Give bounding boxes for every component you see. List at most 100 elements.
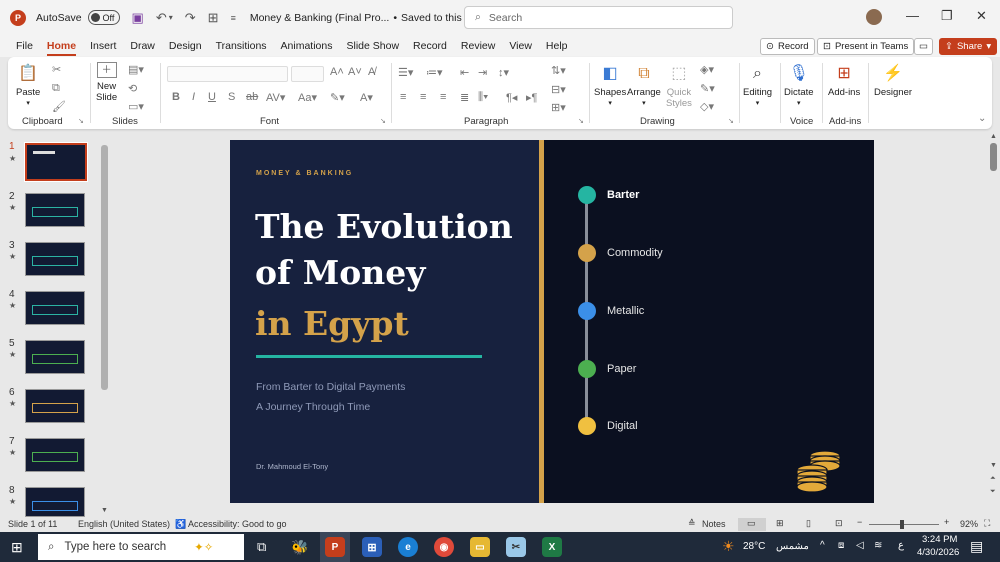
widget-icon[interactable]: 🐝 [290,537,310,557]
zoom-slider-track[interactable] [869,524,939,525]
new-slide-button[interactable]: ＋ New Slide [96,62,117,103]
autosave-toggle[interactable]: Off [87,10,120,25]
bold-icon[interactable]: B [172,91,180,103]
clipboard-launcher-icon[interactable]: ↘ [78,117,84,125]
notes-button[interactable]: Notes [702,519,726,529]
network-icon[interactable]: ⧈ [838,540,844,551]
weather-temperature[interactable]: 28°C [743,541,765,552]
underline-icon[interactable]: U [208,91,216,103]
windows-start-icon[interactable]: ⊞ [11,539,23,556]
previous-slide-icon[interactable]: ⏶ [990,475,996,483]
highlight-icon[interactable]: ✎▾ [330,91,345,104]
comments-button[interactable]: ▭ [914,38,933,55]
weather-icon[interactable]: ☀ [722,538,735,555]
scroll-down-icon[interactable]: ▼ [990,462,997,469]
layout-icon[interactable]: ▤▾ [128,63,144,76]
tab-animations[interactable]: Animations [281,35,333,57]
slide-thumbnail-3[interactable] [25,242,85,276]
designer-button[interactable]: ⚡ Designer [874,62,912,98]
clock-time[interactable]: 3:24 PM [922,534,957,545]
document-title[interactable]: Money & Banking (Final Pro... [250,12,389,24]
store-icon[interactable]: ⊞ [362,537,382,557]
cut-icon[interactable]: ✂ [52,63,61,76]
bullets-icon[interactable]: ☰▾ [398,66,413,79]
zoom-level[interactable]: 92% [960,519,978,529]
next-slide-icon[interactable]: ⏷ [990,488,996,496]
wifi-icon[interactable]: ≋ [874,540,882,551]
weather-description[interactable]: مشمس [776,541,809,552]
notifications-icon[interactable]: ▤ [970,538,983,555]
language-status[interactable]: English (United States) [78,519,170,529]
customize-qat-icon[interactable]: ≡ [231,13,236,23]
addins-button[interactable]: ⊞ Add-ins [828,62,860,98]
line-spacing-icon[interactable]: ↕▾ [498,66,509,79]
search-input[interactable]: ⌕ Search [464,6,733,29]
font-color-icon[interactable]: A▾ [360,91,373,104]
timeline-label[interactable]: Metallic [607,305,644,317]
present-icon[interactable]: ⊞ [208,10,219,26]
rtl-icon[interactable]: ¶◂ [506,91,517,104]
excel-icon[interactable]: X [542,537,562,557]
normal-view-icon[interactable]: ▭ [747,518,756,529]
collapse-ribbon-icon[interactable]: ⌄ [978,113,986,124]
slide-thumbnail-1[interactable] [24,142,88,182]
scroll-down-icon[interactable]: ▼ [101,507,108,514]
undo-icon[interactable]: ↶ [156,10,167,26]
slide-author[interactable]: Dr. Mahmoud El-Tony [256,462,328,471]
volume-icon[interactable]: ◁ [856,540,864,551]
share-button[interactable]: ⇪ Share ▾ [939,38,998,55]
slideshow-view-icon[interactable]: ⊡ [835,518,843,529]
slide-thumbnail-6[interactable] [25,389,85,423]
clear-format-icon[interactable]: A̸ [368,66,375,78]
drawing-launcher-icon[interactable]: ↘ [728,117,734,125]
edge-icon[interactable]: e [398,537,418,557]
present-in-teams-button[interactable]: ⊡ Present in Teams [817,38,915,55]
columns-icon[interactable]: ⫼▾ [478,91,488,104]
change-case-icon[interactable]: Aa▾ [298,91,317,104]
align-text-icon[interactable]: ⊟▾ [551,83,566,96]
justify-icon[interactable]: ≣ [460,91,469,104]
paragraph-launcher-icon[interactable]: ↘ [578,117,584,125]
scroll-up-icon[interactable]: ▲ [990,133,997,140]
record-button[interactable]: ⊙ Record [760,38,815,55]
shadow-icon[interactable]: S [228,91,235,103]
chevron-up-icon[interactable]: ^ [820,540,825,551]
accessibility-status[interactable]: Accessibility: Good to go [188,519,287,529]
slide-thumbnail-8[interactable] [25,487,85,517]
strikethrough-icon[interactable]: ab [246,91,258,103]
align-right-icon[interactable]: ≡ [440,91,446,103]
text-direction-icon[interactable]: ⇅▾ [551,64,566,77]
font-launcher-icon[interactable]: ↘ [380,117,386,125]
paste-button[interactable]: 📋 Paste ▾ [16,62,40,109]
title-line-3[interactable]: in Egypt [255,304,409,343]
increase-font-icon[interactable]: A˄ [330,66,344,78]
task-view-icon[interactable]: ⧉ [257,539,266,555]
align-left-icon[interactable]: ≡ [400,91,406,103]
numbering-icon[interactable]: ≔▾ [426,66,443,79]
shape-fill-icon[interactable]: ◈▾ [700,63,714,76]
slide-subtitle-1[interactable]: From Barter to Digital Payments [256,381,405,393]
slide-sorter-icon[interactable]: ⊞ [776,518,784,529]
minimize-icon[interactable]: — [906,8,919,23]
reset-icon[interactable]: ⟲ [128,82,137,95]
tab-draw[interactable]: Draw [130,35,155,57]
chrome-icon[interactable]: ◉ [434,537,454,557]
timeline-label[interactable]: Digital [607,420,638,432]
tab-home[interactable]: Home [46,35,77,57]
decrease-indent-icon[interactable]: ⇤ [460,66,469,79]
slide-thumbnail-2[interactable] [25,193,85,227]
editing-button[interactable]: ⌕ Editing ▾ [743,62,772,109]
tab-slide-show[interactable]: Slide Show [347,35,400,57]
close-icon[interactable]: ✕ [976,8,987,24]
tab-view[interactable]: View [509,35,532,57]
snipping-icon[interactable]: ✂ [506,537,526,557]
font-size-dropdown[interactable] [291,66,324,82]
save-icon[interactable]: ▣ [132,10,144,26]
zoom-slider-thumb[interactable] [900,520,904,529]
zoom-in-icon[interactable]: + [944,517,949,527]
undo-dropdown-icon[interactable]: ▾ [169,13,173,22]
thumbnails-scrollbar[interactable] [101,145,108,390]
italic-icon[interactable]: I [192,91,195,103]
tab-help[interactable]: Help [546,35,568,57]
align-center-icon[interactable]: ≡ [420,91,426,103]
